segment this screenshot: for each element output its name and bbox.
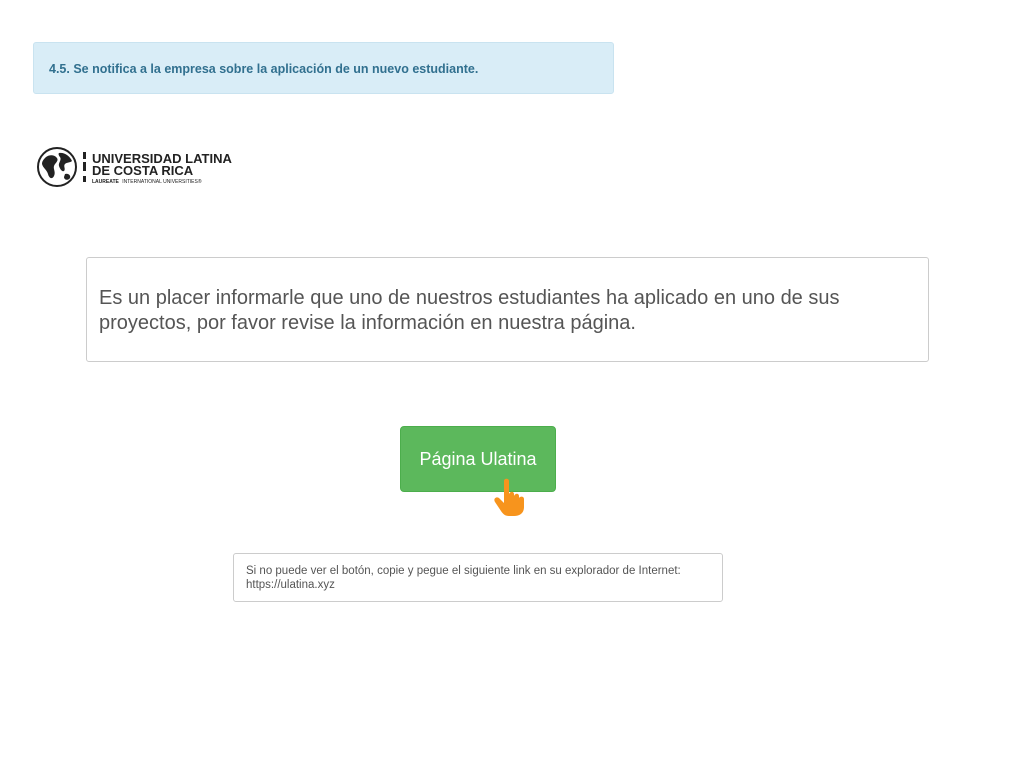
logo-tagline-rest: INTERNATIONAL UNIVERSITIES®: [122, 178, 202, 185]
notification-message-box: Es un placer informarle que uno de nuest…: [86, 257, 929, 362]
pagina-ulatina-button[interactable]: Página Ulatina: [400, 426, 556, 492]
step-banner: 4.5. Se notifica a la empresa sobre la a…: [33, 42, 614, 94]
notification-message: Es un placer informarle que uno de nuest…: [99, 287, 840, 334]
hand-pointer-icon: [494, 478, 524, 516]
step-banner-text: 4.5. Se notifica a la empresa sobre la a…: [49, 62, 479, 76]
fallback-instructions: Si no puede ver el botón, copie y pegue …: [246, 565, 681, 577]
fallback-link[interactable]: https://ulatina.xyz: [246, 578, 710, 592]
fallback-link-box: Si no puede ver el botón, copie y pegue …: [233, 553, 723, 602]
logo-tagline-bold: LAUREATE: [92, 179, 120, 185]
pagina-ulatina-button-label: Página Ulatina: [419, 449, 537, 469]
logo-line-2: DE COSTA RICA: [92, 163, 194, 178]
logo-tagline: LAUREATE INTERNATIONAL UNIVERSITIES®: [92, 178, 202, 185]
globe-icon: UNIVERSIDAD LATINA DE COSTA RICA LAUREAT…: [37, 147, 232, 187]
university-logo: UNIVERSIDAD LATINA DE COSTA RICA LAUREAT…: [37, 147, 247, 189]
